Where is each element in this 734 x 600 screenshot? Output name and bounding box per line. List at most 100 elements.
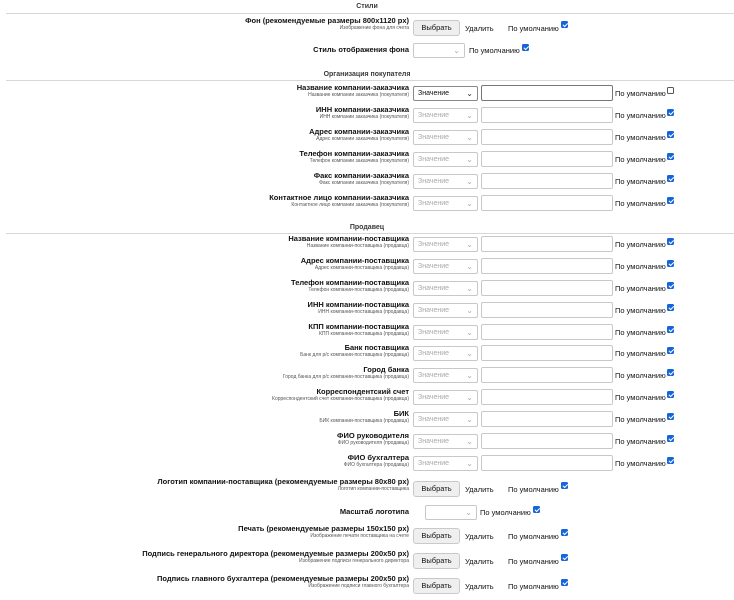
default-checkbox[interactable] — [667, 347, 674, 354]
select-value: Значение — [418, 156, 450, 163]
default-checkbox[interactable] — [522, 44, 529, 51]
delete-link[interactable]: Удалить — [465, 582, 494, 591]
value-input[interactable] — [481, 107, 613, 123]
chevron-down-icon: ⌄ — [466, 437, 473, 446]
delete-link[interactable]: Удалить — [465, 532, 494, 541]
value-select[interactable]: Значение ⌄ — [413, 237, 478, 252]
chevron-down-icon: ⌄ — [466, 459, 473, 468]
field-label-hint: Корреспондентский счет компании-поставщи… — [272, 396, 409, 402]
value-input[interactable] — [481, 280, 613, 296]
delete-link[interactable]: Удалить — [465, 557, 494, 566]
default-checkbox[interactable] — [667, 131, 674, 138]
default-checkbox[interactable] — [667, 369, 674, 376]
value-input[interactable] — [481, 324, 613, 340]
value-select[interactable]: Значение ⌄ — [413, 130, 478, 145]
field-label: Корреспондентский счет Корреспондентский … — [272, 387, 409, 402]
default-checkbox[interactable] — [533, 506, 540, 513]
value-input[interactable] — [481, 195, 613, 211]
value-select[interactable]: Значение ⌄ — [413, 303, 478, 318]
default-label: По умолчанию — [615, 349, 666, 358]
default-checkbox[interactable] — [667, 109, 674, 116]
value-input[interactable] — [481, 367, 613, 383]
default-label: По умолчанию — [615, 262, 666, 271]
default-checkbox[interactable] — [667, 153, 674, 160]
default-checkbox[interactable] — [561, 529, 568, 536]
default-checkbox[interactable] — [667, 260, 674, 267]
value-input[interactable] — [481, 129, 613, 145]
select-value: Значение — [418, 200, 450, 207]
delete-link[interactable]: Удалить — [465, 24, 494, 33]
delete-link[interactable]: Удалить — [465, 485, 494, 494]
value-input[interactable] — [481, 236, 613, 252]
value-input[interactable] — [481, 389, 613, 405]
value-select[interactable]: ⌄ — [413, 43, 465, 58]
default-checkbox[interactable] — [561, 21, 568, 28]
default-checkbox[interactable] — [561, 482, 568, 489]
value-input[interactable] — [481, 173, 613, 189]
choose-file-button[interactable]: Выбрать — [413, 578, 460, 594]
field-label-hint: Банк для р/с компании-поставщика (продав… — [300, 352, 409, 358]
value-select[interactable]: Значение ⌄ — [413, 174, 478, 189]
default-label: По умолчанию — [508, 485, 559, 494]
field-label: Название компании-заказчика Название комп… — [297, 83, 409, 98]
select-value: Значение — [418, 134, 450, 141]
value-input[interactable] — [481, 455, 613, 471]
value-input[interactable] — [481, 411, 613, 427]
value-select[interactable]: Значение ⌄ — [413, 86, 478, 101]
default-checkbox[interactable] — [667, 391, 674, 398]
field-label: БИК БИК компании-поставщика (продавца) — [319, 409, 409, 424]
default-checkbox[interactable] — [667, 282, 674, 289]
value-select[interactable]: Значение ⌄ — [413, 152, 478, 167]
value-select[interactable]: Значение ⌄ — [413, 368, 478, 383]
field-label-main: Телефон компании-заказчика — [299, 149, 409, 158]
select-value: Значение — [418, 438, 450, 445]
value-select[interactable]: Значение ⌄ — [413, 108, 478, 123]
value-input[interactable] — [481, 258, 613, 274]
value-select[interactable]: Значение ⌄ — [413, 412, 478, 427]
default-checkbox[interactable] — [667, 197, 674, 204]
value-select[interactable]: ⌄ — [425, 505, 477, 520]
default-label: По умолчанию — [615, 240, 666, 249]
value-input[interactable] — [481, 85, 613, 101]
value-select[interactable]: Значение ⌄ — [413, 281, 478, 296]
value-select[interactable]: Значение ⌄ — [413, 196, 478, 211]
default-label: По умолчанию — [480, 508, 531, 517]
choose-file-button[interactable]: Выбрать — [413, 481, 460, 497]
value-input[interactable] — [481, 302, 613, 318]
choose-file-button[interactable]: Выбрать — [413, 528, 460, 544]
chevron-down-icon: ⌄ — [466, 262, 473, 271]
value-select[interactable]: Значение ⌄ — [413, 259, 478, 274]
field-label: Подпись генерального директора (рекоменд… — [142, 549, 409, 564]
default-checkbox[interactable] — [667, 238, 674, 245]
default-label: По умолчанию — [615, 133, 666, 142]
value-select[interactable]: Значение ⌄ — [413, 434, 478, 449]
field-label-hint: Изображение подписи главного бухгалтера — [308, 583, 409, 589]
field-label-hint: Контактное лицо компании заказчика (поку… — [291, 202, 409, 208]
chevron-down-icon: ⌄ — [466, 199, 473, 208]
value-input[interactable] — [481, 345, 613, 361]
value-input[interactable] — [481, 433, 613, 449]
value-select[interactable]: Значение ⌄ — [413, 456, 478, 471]
default-checkbox[interactable] — [561, 554, 568, 561]
value-input[interactable] — [481, 151, 613, 167]
field-label: Адрес компании-заказчика Адрес компании з… — [309, 127, 409, 142]
field-label-main: Факс компании-заказчика — [313, 171, 409, 180]
choose-file-button[interactable]: Выбрать — [413, 20, 460, 36]
field-label: Название компании-поставщика Название ком… — [288, 234, 409, 249]
default-checkbox[interactable] — [667, 326, 674, 333]
field-label: Адрес компании-поставщика Адрес компании-… — [301, 256, 409, 271]
choose-file-button[interactable]: Выбрать — [413, 553, 460, 569]
value-select[interactable]: Значение ⌄ — [413, 346, 478, 361]
default-checkbox[interactable] — [667, 87, 674, 94]
default-checkbox[interactable] — [667, 175, 674, 182]
default-checkbox[interactable] — [667, 457, 674, 464]
default-checkbox[interactable] — [667, 413, 674, 420]
default-checkbox[interactable] — [667, 435, 674, 442]
default-checkbox[interactable] — [561, 579, 568, 586]
default-label: По умолчанию — [615, 177, 666, 186]
value-select[interactable]: Значение ⌄ — [413, 325, 478, 340]
value-select[interactable]: Значение ⌄ — [413, 390, 478, 405]
default-label: По умолчанию — [615, 371, 666, 380]
field-label-hint: ИНН компании заказчика (покупателя) — [319, 114, 409, 120]
default-checkbox[interactable] — [667, 304, 674, 311]
